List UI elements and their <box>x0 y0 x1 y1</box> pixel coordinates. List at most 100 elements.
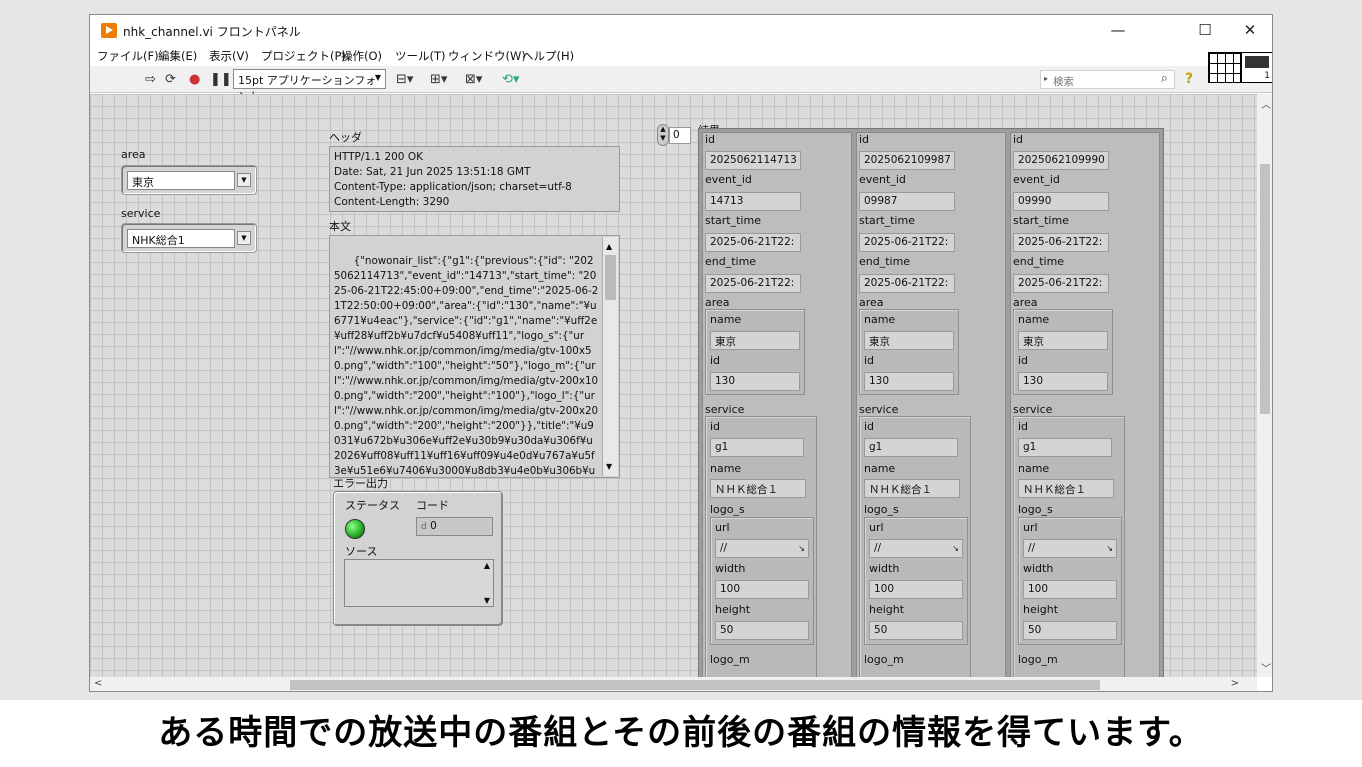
start-time-value: 2025-06-21T22: <box>1013 233 1109 252</box>
id-value: 2025062114713 <box>705 151 801 170</box>
service-name-value: ＮＨＫ総合１ <box>864 479 960 498</box>
hscroll-thumb[interactable] <box>290 680 1100 690</box>
browse-arrow-icon[interactable]: ↘ <box>1106 544 1113 553</box>
start-time-label: start_time <box>1013 214 1069 227</box>
menu-help[interactable]: ヘルプ(H) <box>522 48 574 64</box>
connector-pane[interactable] <box>1208 52 1241 83</box>
vertical-scrollbar[interactable]: ︿ ﹀ <box>1257 94 1272 677</box>
body-scroll-thumb[interactable] <box>605 255 616 300</box>
area-name-label: name <box>710 313 742 326</box>
array-index-value[interactable]: 0 <box>669 127 691 144</box>
area-cluster: name 東京 id 130 <box>859 309 959 395</box>
service-control: NHK総合1 ▼ <box>121 223 257 253</box>
logo-m-label: logo_m <box>864 653 904 666</box>
body-scrollbar[interactable]: ▲ ▼ <box>602 237 618 476</box>
help-icon[interactable]: ? <box>1185 71 1193 87</box>
service-cluster: id g1 name ＮＨＫ総合１ logo_s url // ↘ width 100 height… <box>1013 416 1125 677</box>
font-select[interactable]: 15pt アプリケーションフォント▼ <box>233 69 386 103</box>
start-time-label: start_time <box>705 214 761 227</box>
area-cluster: name 東京 id 130 <box>1013 309 1113 395</box>
service-cluster-label: service <box>1013 403 1053 416</box>
area-cluster-label: area <box>705 296 730 309</box>
close-button[interactable]: ✕ <box>1228 15 1272 45</box>
area-id-value: 130 <box>864 372 954 391</box>
browse-arrow-icon[interactable]: ↘ <box>798 544 805 553</box>
run-arrow-icon[interactable]: ⇨ <box>145 72 156 87</box>
index-stepper-icon[interactable]: ▲ ▼ <box>657 124 669 146</box>
vscroll-down-icon[interactable]: ﹀ <box>1261 660 1271 675</box>
service-label: service <box>121 207 161 220</box>
result-element-0: id 2025062114713 event_id 14713 start_time 20… <box>702 132 852 677</box>
source-scroll-up-icon[interactable]: ▲ <box>484 561 490 570</box>
minimize-button[interactable]: — <box>1096 15 1140 45</box>
reorder-icon[interactable]: ⟲▾ <box>502 72 519 87</box>
url-label: url <box>715 521 730 534</box>
abort-icon[interactable]: ● <box>189 72 200 87</box>
array-index-control[interactable]: ▲ ▼ 0 <box>657 124 697 146</box>
area-value[interactable]: 東京 <box>127 171 235 190</box>
align-objects-icon[interactable]: ⊟▾ <box>396 72 413 87</box>
menu-project[interactable]: プロジェクト(P) <box>261 48 346 64</box>
width-label: width <box>869 562 900 575</box>
height-label: height <box>1023 603 1059 616</box>
url-text: // <box>720 542 728 554</box>
width-label: width <box>715 562 746 575</box>
source-scroll-down-icon[interactable]: ▼ <box>484 596 490 605</box>
end-time-value: 2025-06-21T22: <box>705 274 801 293</box>
results-array: id 2025062114713 event_id 14713 start_time 20… <box>698 128 1164 677</box>
source-indicator: ▲ ▼ <box>344 559 494 607</box>
logo-m-label: logo_m <box>710 653 750 666</box>
end-time-label: end_time <box>1013 255 1065 268</box>
hscroll-left-icon[interactable]: < <box>94 678 102 689</box>
area-id-label: id <box>710 354 721 367</box>
area-cluster-label: area <box>859 296 884 309</box>
service-name-label: name <box>710 462 742 475</box>
menu-file[interactable]: ファイル(F) <box>97 48 159 64</box>
menu-view[interactable]: 表示(V) <box>209 48 249 64</box>
menu-window[interactable]: ウィンドウ(W) <box>448 48 526 64</box>
browse-arrow-icon[interactable]: ↘ <box>952 544 959 553</box>
service-cluster-label: service <box>705 403 745 416</box>
search-icon[interactable]: ⌕ <box>1161 71 1168 86</box>
height-value: 50 <box>1023 621 1117 640</box>
area-dropdown-icon[interactable]: ▼ <box>237 173 251 187</box>
event-id-label: event_id <box>859 173 906 186</box>
service-id-label: id <box>1018 420 1029 433</box>
width-value: 100 <box>869 580 963 599</box>
url-label: url <box>1023 521 1038 534</box>
header-indicator: HTTP/1.1 200 OK Date: Sat, 21 Jun 2025 1… <box>329 146 620 212</box>
service-cluster: id g1 name ＮＨＫ総合１ logo_s url // ↘ width 100 height… <box>859 416 971 677</box>
vi-icon[interactable]: 1 <box>1241 52 1272 83</box>
service-value[interactable]: NHK総合1 <box>127 229 235 248</box>
scroll-down-icon[interactable]: ▼ <box>606 459 612 474</box>
end-time-value: 2025-06-21T22: <box>859 274 955 293</box>
search-input[interactable]: ▸ 検索 ⌕ <box>1040 70 1175 89</box>
logo-s-cluster: url // ↘ width 100 height 50 <box>864 517 968 645</box>
menu-tools[interactable]: ツール(T) <box>395 48 446 64</box>
labview-window: nhk_channel.vi フロントパネル — ☐ ✕ ファイル(F) 編集(… <box>89 14 1273 692</box>
service-dropdown-icon[interactable]: ▼ <box>237 231 251 245</box>
run-continuously-icon[interactable]: ⟳ <box>165 72 176 87</box>
caption-text: ある時間での放送中の番組とその前後の番組の情報を得ています。 <box>0 700 1362 767</box>
distribute-objects-icon[interactable]: ⊞▾ <box>430 72 447 87</box>
error-cluster: ステータス コード d 0 ソース ▲ ▼ <box>333 491 503 626</box>
url-label: url <box>869 521 884 534</box>
source-label: ソース <box>345 545 378 558</box>
end-time-label: end_time <box>705 255 757 268</box>
hscroll-right-icon[interactable]: > <box>1231 678 1239 689</box>
window-title: nhk_channel.vi フロントパネル <box>123 25 301 39</box>
area-name-value: 東京 <box>1018 331 1108 350</box>
scroll-up-icon[interactable]: ▲ <box>606 239 612 254</box>
vscroll-thumb[interactable] <box>1260 164 1270 414</box>
event-id-value: 09987 <box>859 192 955 211</box>
menu-operate[interactable]: 操作(O) <box>341 48 382 64</box>
code-label: コード <box>416 499 449 512</box>
vscroll-up-icon[interactable]: ︿ <box>1261 96 1271 111</box>
menu-edit[interactable]: 編集(E) <box>158 48 197 64</box>
service-name-label: name <box>864 462 896 475</box>
pause-icon[interactable]: ❚❚ <box>210 72 232 87</box>
maximize-button[interactable]: ☐ <box>1183 15 1227 45</box>
horizontal-scrollbar[interactable]: < > <box>90 677 1257 691</box>
url-value: // ↘ <box>1023 539 1117 558</box>
resize-objects-icon[interactable]: ⊠▾ <box>465 72 482 87</box>
